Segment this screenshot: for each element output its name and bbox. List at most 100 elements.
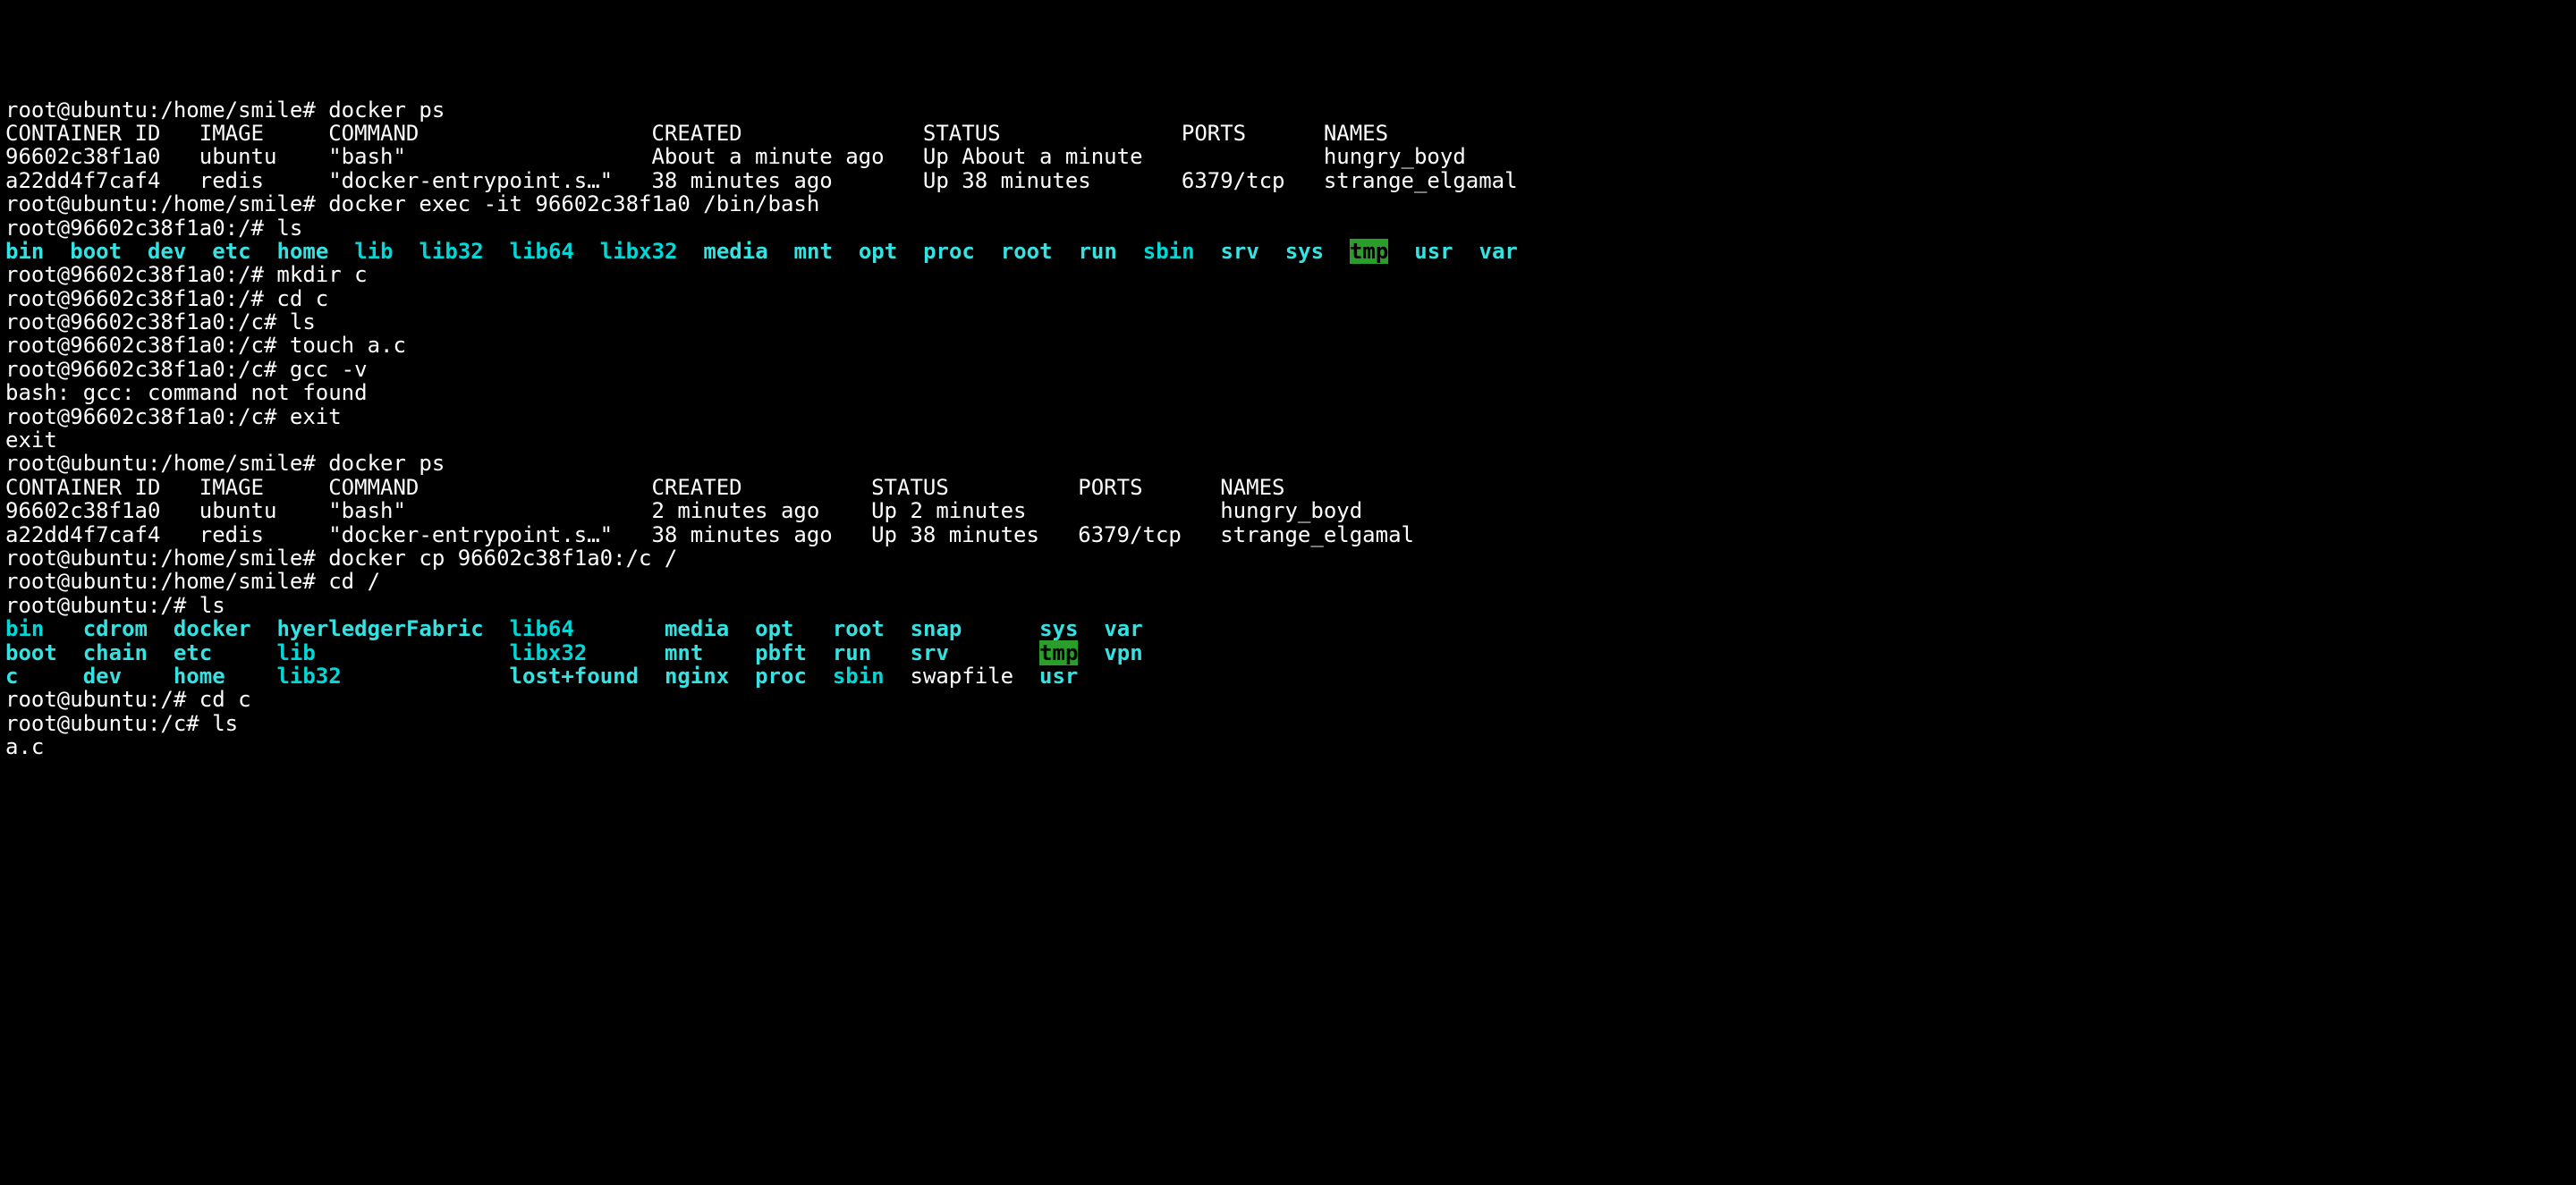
terminal-text: media [665, 616, 729, 641]
terminal-text: boot [70, 239, 122, 264]
terminal-text [1053, 239, 1079, 264]
terminal-text: a.c [5, 734, 44, 759]
terminal-line: bin cdrom docker hyerledgerFabric lib64 … [5, 617, 2571, 640]
terminal-text: root@ubuntu:/# cd c [5, 687, 251, 712]
terminal-text: opt [755, 616, 793, 641]
terminal-text [316, 640, 510, 665]
terminal-text: lib [354, 239, 393, 264]
terminal-text: srv [911, 640, 949, 665]
terminal-text [484, 239, 510, 264]
terminal-text [251, 616, 277, 641]
terminal-text [251, 239, 277, 264]
terminal-line: 96602c38f1a0 ubuntu "bash" 2 minutes ago… [5, 499, 2571, 522]
terminal-text [885, 664, 911, 689]
terminal-text [587, 640, 665, 665]
terminal-line: root@96602c38f1a0:/# cd c [5, 287, 2571, 310]
terminal-text [807, 640, 833, 665]
terminal-text [962, 616, 1039, 641]
terminal-line: root@ubuntu:/home/smile# docker exec -it… [5, 192, 2571, 216]
terminal-text [484, 616, 510, 641]
terminal-line: bash: gcc: command not found [5, 381, 2571, 404]
terminal-text [871, 640, 910, 665]
terminal-text: lib [276, 640, 315, 665]
terminal-text: run [833, 640, 871, 665]
terminal-text [1078, 616, 1104, 641]
terminal-line: root@ubuntu:/# ls [5, 594, 2571, 617]
terminal-text: usr [1414, 239, 1453, 264]
terminal-text [1195, 239, 1221, 264]
terminal-text: sys [1039, 616, 1078, 641]
terminal-text: root@96602c38f1a0:/c# gcc -v [5, 357, 368, 382]
terminal-text: vpn [1104, 640, 1142, 665]
terminal-text: usr [1039, 664, 1078, 689]
terminal-text: run [1078, 239, 1116, 264]
terminal-text [1259, 239, 1285, 264]
terminal-text [703, 640, 755, 665]
terminal-text: swapfile [911, 664, 1014, 689]
terminal-text [342, 664, 510, 689]
terminal-text: var [1104, 616, 1142, 641]
terminal-text: root@ubuntu:/# ls [5, 593, 225, 618]
terminal-text [768, 239, 794, 264]
terminal-line: root@ubuntu:/home/smile# docker ps [5, 98, 2571, 122]
terminal-text: root@ubuntu:/c# ls [5, 711, 238, 736]
terminal-line: root@96602c38f1a0:/c# exit [5, 405, 2571, 428]
terminal-text: lost+found [510, 664, 640, 689]
terminal-text: bin [5, 239, 44, 264]
terminal-line: bin boot dev etc home lib lib32 lib64 li… [5, 240, 2571, 263]
terminal-text: a22dd4f7caf4 redis "docker-entrypoint.s…… [5, 522, 1414, 547]
terminal-text: lib64 [510, 616, 574, 641]
terminal-text [122, 239, 148, 264]
terminal-line: CONTAINER ID IMAGE COMMAND CREATED STATU… [5, 122, 2571, 145]
terminal-text [1324, 239, 1350, 264]
terminal-text: root [1001, 239, 1053, 264]
terminal-text [44, 616, 82, 641]
terminal-text: cdrom [83, 616, 148, 641]
terminal-text: hyerledgerFabric [276, 616, 483, 641]
terminal-text [148, 616, 174, 641]
terminal-text: nginx [665, 664, 729, 689]
terminal-text [677, 239, 703, 264]
terminal-line: a22dd4f7caf4 redis "docker-entrypoint.s…… [5, 169, 2571, 192]
terminal-line: root@96602c38f1a0:/c# ls [5, 310, 2571, 334]
terminal-text: exit [5, 427, 57, 453]
terminal-text: etc [174, 640, 212, 665]
terminal-text [574, 239, 600, 264]
terminal-text [212, 640, 276, 665]
terminal-text: tmp [1039, 640, 1078, 665]
terminal-text: c [5, 664, 18, 689]
terminal-text [394, 239, 419, 264]
terminal-text: root@96602c38f1a0:/c# exit [5, 404, 342, 429]
terminal-text: libx32 [600, 239, 678, 264]
terminal-text: libx32 [510, 640, 588, 665]
terminal-text: root@ubuntu:/home/smile# docker cp 96602… [5, 546, 677, 571]
terminal-text [729, 616, 755, 641]
terminal-text [574, 616, 665, 641]
terminal-text: lib32 [419, 239, 483, 264]
terminal-text [897, 239, 923, 264]
terminal-line: root@ubuntu:/home/smile# docker ps [5, 452, 2571, 475]
terminal-text: media [703, 239, 767, 264]
terminal-text: chain [83, 640, 148, 665]
terminal-text [975, 239, 1001, 264]
terminal-text [1453, 239, 1479, 264]
terminal-text: home [174, 664, 225, 689]
terminal-text: proc [923, 239, 975, 264]
terminal-line: root@ubuntu:/home/smile# docker cp 96602… [5, 546, 2571, 570]
terminal-text [1013, 664, 1039, 689]
terminal-line: CONTAINER ID IMAGE COMMAND CREATED STATU… [5, 476, 2571, 499]
terminal-line: root@96602c38f1a0:/c# touch a.c [5, 334, 2571, 357]
terminal-text [186, 239, 212, 264]
terminal-text [18, 664, 82, 689]
terminal-text [1117, 239, 1143, 264]
terminal-text: lib64 [510, 239, 574, 264]
terminal-output[interactable]: root@ubuntu:/home/smile# docker psCONTAI… [5, 98, 2571, 759]
terminal-text [1078, 640, 1104, 665]
terminal-text: var [1479, 239, 1518, 264]
terminal-text: sys [1285, 239, 1324, 264]
terminal-text: docker [174, 616, 251, 641]
terminal-text: bash: gcc: command not found [5, 380, 368, 405]
terminal-line: 96602c38f1a0 ubuntu "bash" About a minut… [5, 145, 2571, 168]
terminal-text: root@96602c38f1a0:/# mkdir c [5, 262, 368, 287]
terminal-text: mnt [665, 640, 703, 665]
